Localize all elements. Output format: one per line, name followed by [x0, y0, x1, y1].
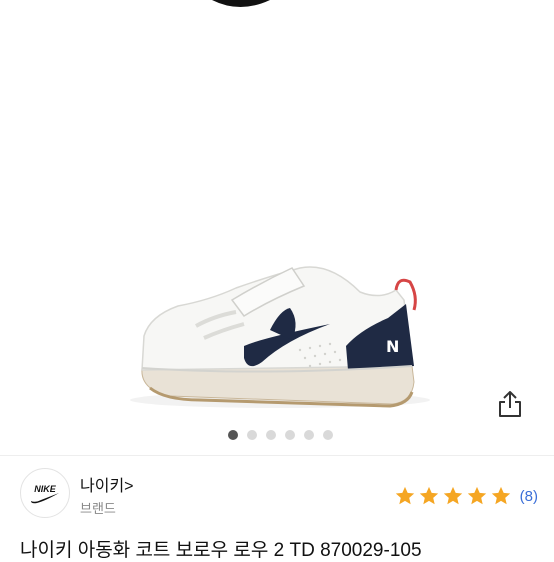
pager-dot[interactable]	[322, 430, 333, 440]
top-logo-fragment	[212, 0, 270, 7]
share-button[interactable]	[492, 386, 528, 422]
pager-dot[interactable]	[246, 430, 257, 440]
brand-name-link[interactable]: 나이키>	[80, 472, 134, 496]
brand-label: 브랜드	[80, 501, 116, 516]
star-icon	[491, 486, 510, 505]
star-icon	[419, 486, 438, 505]
svg-text:N: N	[386, 337, 399, 356]
product-title: 나이키 아동화 코트 보로우 로우 2 TD 870029-105	[20, 540, 422, 561]
pager-dot[interactable]	[265, 430, 276, 440]
brand-logo[interactable]: NIKE	[20, 468, 70, 518]
product-image[interactable]: N	[0, 0, 554, 420]
pager-dot[interactable]	[227, 430, 238, 440]
star-icon	[467, 486, 486, 505]
svg-text:NIKE: NIKE	[34, 484, 56, 494]
review-count[interactable]: (8)	[520, 488, 538, 505]
sneaker-image: N	[130, 0, 430, 408]
nike-logo-icon: NIKE	[31, 484, 59, 504]
pager-dot[interactable]	[303, 430, 314, 440]
rating[interactable]: (8)	[394, 485, 538, 507]
star-icon	[443, 486, 462, 505]
pager-dot[interactable]	[284, 430, 295, 440]
star-icon	[395, 486, 414, 505]
divider	[0, 455, 554, 456]
share-icon	[499, 391, 521, 417]
image-pager	[0, 430, 554, 440]
